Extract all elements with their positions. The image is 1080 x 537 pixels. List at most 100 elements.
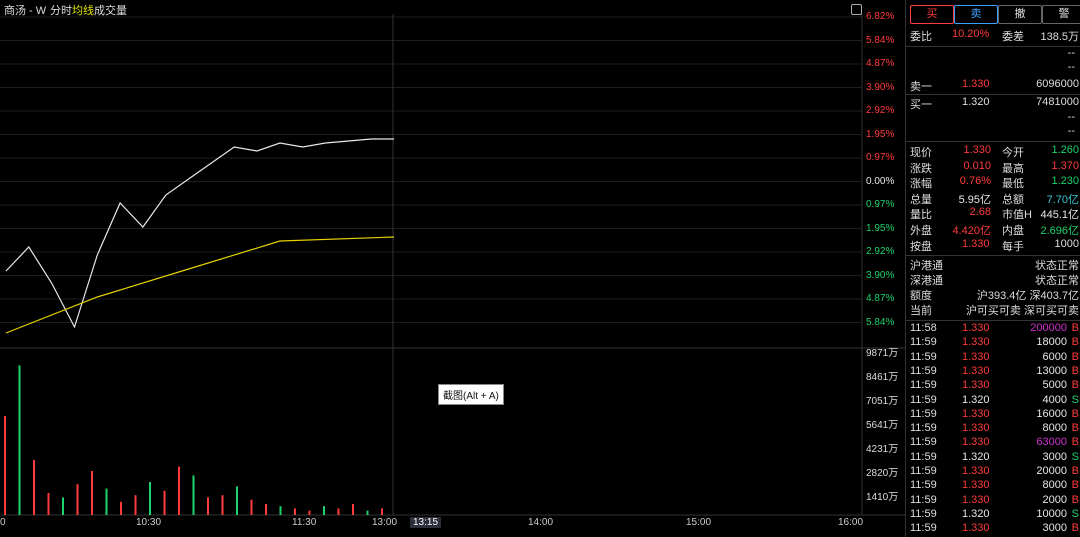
volume-axis-label: 2820万 (866, 468, 899, 479)
quote-row: 涨跌 0.010 最高 1.370 (906, 160, 1080, 177)
quote-label: 总量 (910, 193, 932, 206)
trade-qty: 3000 (1042, 522, 1067, 535)
volume-bar (250, 499, 253, 515)
trade-side: S (1071, 393, 1079, 406)
sell-button[interactable]: 卖 (954, 5, 998, 24)
volume-bar (76, 484, 79, 515)
volume-bar (265, 504, 267, 515)
trade-price: 1.330 (962, 407, 990, 420)
trade-qty: 200000 (1030, 322, 1067, 334)
volume-bar (294, 508, 296, 515)
volume-bar (381, 508, 383, 515)
time-axis-label: 14:00 (528, 517, 554, 528)
buy-button[interactable]: 买 (910, 5, 954, 24)
intraday-chart[interactable]: 商汤 - W 分时 均线 成交量 6.82% 5.84% 4.87% 3.90% 2.9… (0, 0, 905, 537)
volume-bar (149, 482, 151, 515)
stock-title: 商汤 - W (4, 5, 47, 17)
trade-side: S (1071, 507, 1079, 520)
trade-time: 11:59 (910, 422, 937, 435)
quote-label: 涨跌 (910, 162, 932, 175)
trade-time: 11:59 (910, 479, 937, 492)
quote-row: 涨幅 0.76% 最低 1.230 (906, 175, 1080, 192)
time-axis-label: 10:30 (136, 517, 162, 528)
volume-bar (18, 365, 21, 515)
trade-price: 1.330 (962, 379, 990, 392)
quote-value: 1.330 (963, 144, 991, 156)
quote-label: 内盘 (1002, 224, 1024, 237)
trade-row: 11:59 1.330 3000 B (906, 522, 1080, 537)
volume-axis-label: 1410万 (866, 492, 899, 503)
tab-junxian[interactable]: 均线 (72, 2, 94, 18)
quote-value: 0.010 (963, 159, 991, 172)
volume-bar (337, 508, 340, 515)
quote-value: 5.95亿 (958, 193, 991, 206)
trade-time: 11:59 (910, 450, 937, 463)
quote-value: 1.230 (1051, 175, 1079, 187)
quote-row: 总量 5.95亿 总额 7.70亿 (906, 191, 1080, 208)
quote-value: 445.1亿 (1040, 209, 1079, 221)
quote-value: 4.420亿 (952, 224, 991, 237)
volume-bar (279, 506, 282, 515)
alert-button[interactable]: 警 (1042, 5, 1080, 24)
quote-row: 外盘 4.420亿 内盘 2.696亿 (906, 222, 1080, 239)
trade-price: 1.330 (962, 350, 990, 363)
average-line (5, 236, 395, 334)
time-axis-label: 0 (0, 517, 6, 528)
trade-side: B (1071, 493, 1079, 506)
trade-side: B (1071, 322, 1079, 334)
chart-canvas[interactable] (0, 0, 905, 537)
trade-price: 1.320 (962, 393, 990, 406)
trade-side: B (1071, 350, 1079, 363)
quote-row: 量比 2.68 市值H 445.1亿 (906, 206, 1080, 223)
trade-qty: 63000 (1036, 436, 1067, 449)
trade-price: 1.330 (962, 479, 990, 492)
trade-time: 11:59 (910, 407, 937, 420)
buy1-label: 买一 (910, 99, 932, 111)
volume-bar (352, 504, 354, 515)
cancel-button[interactable]: 撤 (998, 5, 1042, 24)
quote-value: 7.70亿 (1046, 193, 1079, 206)
tab-fenshi[interactable]: 分时 (50, 2, 72, 18)
connect-label: 额度 (910, 290, 932, 302)
trade-side: B (1071, 522, 1079, 535)
quote-value: 1.260 (1051, 144, 1079, 156)
price-axis-label: 0.00% (866, 175, 895, 187)
trade-time: 11:59 (910, 465, 937, 477)
volume-bar (47, 493, 50, 515)
price-axis-label: 3.90% (866, 81, 895, 93)
volume-axis-label: 4231万 (866, 444, 899, 455)
quote-label: 今开 (1002, 147, 1024, 159)
chart-settings-icon[interactable] (851, 4, 862, 15)
connect-value: 状态正常 (1035, 260, 1079, 272)
time-axis-label: 11:30 (292, 517, 317, 528)
trade-qty: 2000 (1042, 493, 1067, 506)
trade-price: 1.330 (962, 364, 990, 377)
weicha-value: 138.5万 (1040, 31, 1079, 43)
trade-price: 1.330 (962, 336, 990, 349)
volume-bar (323, 506, 325, 515)
price-axis-label: 3.90% (866, 269, 895, 281)
volume-bar (62, 497, 64, 515)
trade-side: B (1071, 465, 1079, 477)
trade-qty: 8000 (1042, 422, 1067, 435)
sell1-row[interactable]: 卖一 1.330 6096000 (906, 78, 1080, 95)
volume-bar (4, 416, 6, 515)
trade-price: 1.330 (962, 436, 990, 449)
quote-label: 现价 (910, 147, 932, 159)
tab-volume[interactable]: 成交量 (94, 2, 127, 18)
trade-time: 11:59 (910, 336, 937, 349)
order-ratio-row: 委比 10.20% 委差 138.5万 (906, 28, 1080, 45)
price-axis-label: 6.82% (866, 11, 895, 22)
connect-value: 沪393.4亿 深403.7亿 (976, 290, 1079, 302)
dash-row: -- (1067, 61, 1075, 73)
trade-side: B (1071, 407, 1079, 420)
dash-row: -- (1067, 125, 1075, 137)
price-axis-label: 5.84% (866, 34, 895, 46)
quote-label: 涨幅 (910, 178, 932, 190)
connect-label: 当前 (910, 305, 932, 317)
volume-bar (207, 497, 209, 515)
volume-bar (221, 495, 224, 515)
trade-qty: 5000 (1042, 379, 1067, 392)
trade-time: 11:59 (910, 393, 937, 406)
price-axis-label: 0.97% (866, 199, 895, 210)
